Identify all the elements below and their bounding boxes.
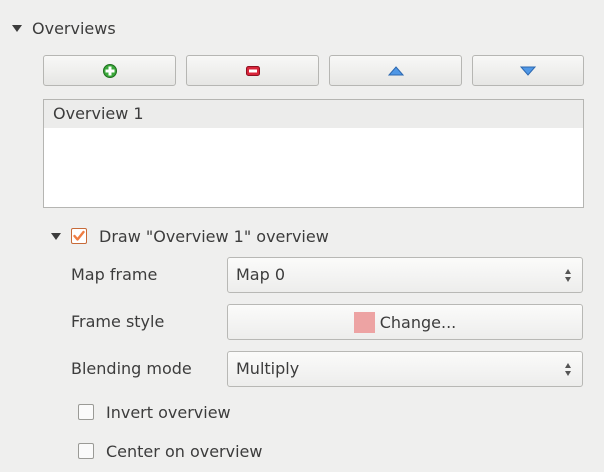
frame-style-label: Frame style	[71, 312, 165, 331]
blending-mode-label: Blending mode	[71, 359, 192, 378]
arrow-down-icon	[520, 66, 536, 76]
map-frame-select[interactable]: Map 0	[227, 257, 583, 293]
center-overview-checkbox[interactable]	[78, 443, 94, 459]
combo-arrows-icon	[564, 361, 574, 377]
overview-list[interactable]: Overview 1	[43, 99, 584, 208]
list-item-label: Overview 1	[53, 104, 144, 123]
center-overview-option[interactable]: Center on overview	[78, 437, 262, 465]
collapse-arrow-icon[interactable]	[12, 24, 22, 32]
invert-overview-option[interactable]: Invert overview	[78, 398, 231, 426]
frame-color-swatch	[353, 311, 375, 333]
draw-overview-checkbox[interactable]	[71, 228, 87, 244]
map-frame-label: Map frame	[71, 265, 158, 284]
overviews-header[interactable]: Overviews	[12, 14, 116, 42]
change-button-label: Change...	[379, 312, 457, 332]
minus-icon	[245, 65, 260, 76]
blending-mode-value: Multiply	[236, 359, 300, 378]
map-frame-value: Map 0	[236, 265, 286, 284]
draw-overview-label: Draw "Overview 1" overview	[99, 226, 329, 246]
move-up-button[interactable]	[329, 55, 462, 86]
arrow-up-icon	[387, 65, 404, 75]
combo-arrows-icon	[564, 267, 574, 283]
list-item[interactable]: Overview 1	[44, 100, 583, 128]
center-overview-label: Center on overview	[106, 441, 263, 461]
add-overview-button[interactable]	[43, 55, 176, 86]
overviews-title: Overviews	[32, 18, 116, 38]
frame-style-change-button[interactable]: Change...	[227, 304, 583, 340]
invert-overview-checkbox[interactable]	[78, 404, 94, 420]
checkmark-icon	[73, 230, 85, 241]
remove-overview-button[interactable]	[186, 55, 319, 86]
blending-mode-select[interactable]: Multiply	[227, 351, 583, 387]
draw-overview-header[interactable]: Draw "Overview 1" overview	[51, 222, 329, 250]
move-down-button[interactable]	[472, 55, 584, 86]
invert-overview-label: Invert overview	[106, 402, 231, 422]
plus-icon	[102, 63, 117, 78]
collapse-arrow-icon[interactable]	[51, 232, 61, 240]
